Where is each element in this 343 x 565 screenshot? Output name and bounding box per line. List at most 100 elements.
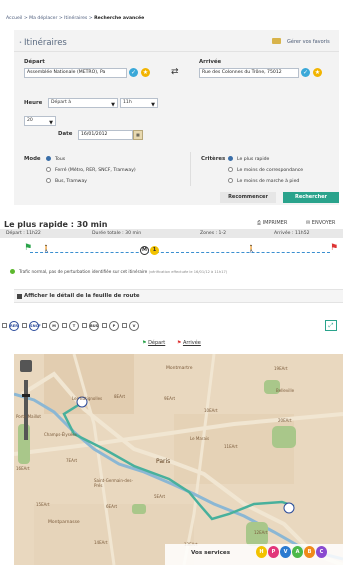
time-type-select[interactable]: Départ à ▼	[48, 98, 118, 108]
bus-icon: BUS	[89, 321, 99, 331]
criteria-option-least-walking[interactable]: Le moins de marche à pied	[228, 178, 299, 184]
departure-time: Départ : 11h22	[6, 231, 41, 236]
radio-icon	[46, 178, 51, 183]
filter-checkbox[interactable]	[62, 323, 67, 328]
departure-input[interactable]: Assemblée Nationale (METRO), Pa	[24, 68, 127, 78]
arrival-favorite-icon[interactable]: ★	[313, 68, 322, 77]
total-duration: Durée totale : 30 min	[92, 231, 142, 236]
arrival-time: Arrivée : 11h52	[274, 231, 310, 236]
criteria-option-fewest-changes[interactable]: Le moins de correspondance	[228, 167, 303, 173]
map-label: 16EArt	[16, 466, 30, 471]
fullscreen-icon[interactable]: ⤢	[325, 320, 337, 331]
map-canvas[interactable]	[14, 354, 343, 565]
radio-icon	[228, 156, 233, 161]
filter-checkbox[interactable]	[22, 323, 27, 328]
show-detail-link[interactable]: Afficher le détail de la feuille de rout…	[24, 293, 140, 299]
send-button[interactable]: ✉ ENVOYER	[306, 220, 335, 226]
map-label: Le Marais	[190, 436, 210, 441]
breadcrumb-path[interactable]: Accueil > Ma déplacer > Itinéraires >	[6, 16, 94, 21]
hour-select[interactable]: 11h ▼	[120, 98, 158, 108]
search-button[interactable]: Rechercher	[283, 192, 339, 203]
legend-arrival: Arrivée	[182, 340, 201, 346]
walk-icon: 🚶	[42, 245, 51, 253]
minute-value: 20	[27, 118, 33, 123]
walk-icon: 🚶	[247, 245, 256, 253]
mode-option-label: Ferré (Métro, RER, SNCF, Tramway)	[55, 168, 136, 173]
zones: Zones : 1-2	[200, 231, 227, 236]
metro-icon: M	[49, 321, 59, 331]
map-label: 7EArt	[66, 458, 78, 463]
criteria-option-fastest[interactable]: Le plus rapide	[228, 156, 269, 162]
print-button[interactable]: ⎙ IMPRIMER	[257, 220, 287, 226]
departure-favorite-icon[interactable]: ★	[141, 68, 150, 77]
info-icon[interactable]: C	[316, 546, 327, 558]
map-label: 14EArt	[94, 540, 108, 545]
mode-option-label: Tous	[55, 157, 66, 162]
map-legend: ⚑ Départ ⚑ Arrivée	[142, 340, 201, 346]
bag-icon[interactable]: B	[304, 546, 315, 558]
map-label: Montparnasse	[48, 520, 80, 525]
map-label: 19EArt	[274, 366, 288, 371]
minute-select[interactable]: 20 ▼	[24, 116, 56, 126]
map-label: Saint-Germain-des-Prés	[94, 478, 133, 488]
bullet-icon: •	[19, 40, 22, 46]
velib-icon[interactable]: V	[280, 546, 291, 558]
bike-icon: V	[129, 321, 139, 331]
criteria-option-label: Le moins de marche à pied	[237, 179, 300, 184]
traffic-info: Trafic normal, pas de perturbation ident…	[10, 269, 227, 274]
map-label: Les Batignolles	[72, 396, 103, 401]
radio-icon	[228, 167, 233, 172]
hotel-icon[interactable]: H	[256, 546, 267, 558]
criteria-divider	[190, 152, 191, 186]
route-map[interactable]: Les Batignolles Porte Maillot Montmartre…	[14, 354, 343, 565]
time-label: Heure	[24, 100, 43, 106]
metro-icon: M	[140, 246, 149, 255]
mode-option-bus[interactable]: Bus, Tramway	[46, 178, 87, 184]
filter-checkbox[interactable]	[122, 323, 127, 328]
metro-line-badge: 1	[150, 246, 159, 255]
pass-icon[interactable]: P	[268, 546, 279, 558]
swap-icon[interactable]: ⇄	[171, 67, 179, 77]
map-label: 8EArt	[114, 394, 126, 399]
access-icon[interactable]: A	[292, 546, 303, 558]
departure-label: Départ	[24, 59, 45, 65]
departure-flag-icon: ⚑	[142, 340, 147, 346]
rer-icon: RER	[9, 321, 19, 331]
arrival-validate-icon[interactable]: ✓	[301, 68, 310, 77]
radio-icon	[46, 156, 51, 161]
reset-button[interactable]: Recommencer	[220, 192, 276, 203]
arrival-flag-icon: ⚑	[176, 340, 182, 346]
filter-checkbox[interactable]	[42, 323, 47, 328]
filter-checkbox[interactable]	[82, 323, 87, 328]
departure-validate-icon[interactable]: ✓	[129, 68, 138, 77]
map-label: Porte Maillot	[16, 414, 41, 419]
calendar-icon[interactable]: ▦	[133, 130, 143, 140]
printer-icon: ⎙	[257, 220, 262, 226]
date-input[interactable]: 16/01/2012	[78, 130, 133, 140]
arrival-label: Arrivée	[199, 59, 222, 65]
folder-icon	[272, 38, 281, 44]
map-label: 20EArt	[278, 418, 292, 423]
map-label: 12EArt	[254, 530, 268, 535]
date-label: Date	[58, 131, 73, 137]
manage-favorites-link[interactable]: Gérer vos favoris	[272, 38, 330, 45]
arrival-input[interactable]: Rue des Colonnes du Trône, 75012	[199, 68, 299, 78]
chevron-down-icon: ▼	[49, 120, 53, 126]
filter-checkbox[interactable]	[102, 323, 107, 328]
mode-option-rail[interactable]: Ferré (Métro, RER, SNCF, Tramway)	[46, 167, 136, 173]
expand-icon[interactable]	[17, 294, 22, 299]
result-title: Le plus rapide : 30 min	[4, 220, 108, 229]
mode-option-all[interactable]: Tous	[46, 156, 65, 162]
sncf-icon: SNCF	[29, 321, 41, 331]
criteria-option-label: Le plus rapide	[237, 157, 270, 162]
breadcrumb-current: Recherche avancée	[94, 16, 145, 21]
filter-checkbox[interactable]	[2, 323, 7, 328]
breadcrumb: Accueil > Ma déplacer > Itinéraires > Re…	[6, 16, 144, 21]
print-label: IMPRIMER	[262, 220, 288, 226]
parking-icon: P	[109, 321, 119, 331]
favorites-label: Gérer vos favoris	[287, 39, 330, 45]
map-label: Paris	[156, 458, 171, 465]
mode-option-label: Bus, Tramway	[55, 179, 87, 184]
traffic-text: Trafic normal, pas de perturbation ident…	[19, 269, 148, 274]
services-label: Vos services	[191, 550, 231, 556]
